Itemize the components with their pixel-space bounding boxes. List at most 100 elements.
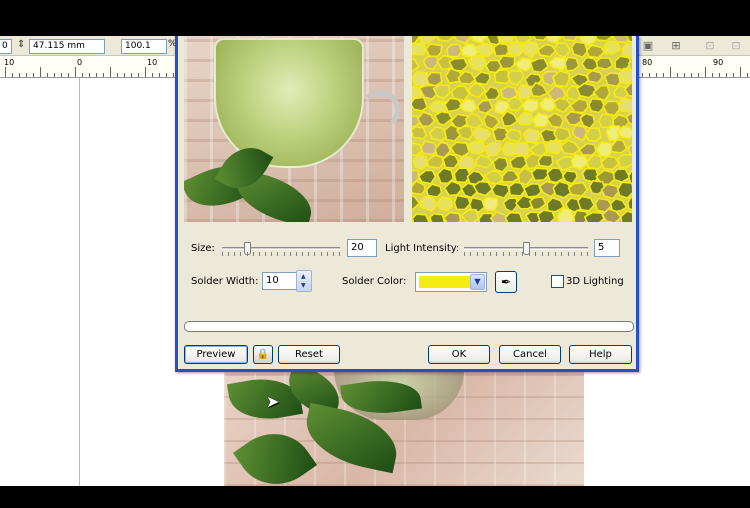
ruler-tick bbox=[642, 73, 643, 77]
mosaic-cell bbox=[578, 142, 597, 157]
original-preview[interactable] bbox=[184, 36, 404, 222]
height-field[interactable]: 47.115 mm bbox=[29, 39, 105, 54]
help-button[interactable]: Help bbox=[569, 345, 632, 364]
ruler-tick bbox=[12, 73, 13, 77]
mosaic-cell bbox=[536, 209, 556, 222]
ruler-tick bbox=[684, 73, 685, 77]
mosaic-cell bbox=[476, 99, 494, 115]
application-window: 0 ⇕ 47.115 mm 100.1 % ▣ ⊞ ⊡ ⊡ 10 0 10 80… bbox=[0, 36, 750, 486]
preview-lock-button[interactable]: 🔒 bbox=[253, 345, 273, 364]
slider-tick bbox=[308, 252, 309, 256]
solder-color-picker[interactable]: ▼ bbox=[415, 272, 487, 292]
toolbar-disabled-icon[interactable]: ⊡ bbox=[702, 38, 718, 54]
render-progress-bar bbox=[184, 321, 634, 332]
reset-button[interactable]: Reset bbox=[278, 345, 340, 364]
mosaic-cell bbox=[502, 197, 520, 213]
scale-field[interactable]: 100.1 bbox=[121, 39, 167, 54]
slider-tick bbox=[535, 252, 536, 256]
mosaic-cell bbox=[517, 167, 535, 186]
size-input[interactable]: 20 bbox=[347, 239, 377, 257]
mosaic-cell bbox=[545, 112, 565, 129]
mosaic-cell bbox=[603, 40, 621, 55]
mosaic-cell bbox=[417, 169, 437, 185]
mosaic-cell bbox=[595, 56, 614, 71]
canvas-photo[interactable] bbox=[224, 370, 584, 486]
mosaic-cell bbox=[618, 96, 632, 113]
solder-width-label: Solder Width: bbox=[191, 276, 259, 287]
mosaic-cell bbox=[509, 154, 529, 171]
ruler-tick bbox=[5, 67, 6, 77]
light-intensity-input[interactable]: 5 bbox=[594, 239, 620, 257]
mosaic-cell bbox=[537, 43, 557, 58]
mosaic-cell bbox=[504, 211, 524, 222]
mosaic-cell bbox=[497, 36, 515, 44]
slider-tick bbox=[464, 252, 465, 256]
3d-lighting-label: 3D Lighting bbox=[566, 276, 624, 287]
ruler-tick bbox=[726, 73, 727, 77]
mosaic-cell bbox=[537, 154, 554, 168]
mosaic-cell bbox=[586, 69, 604, 84]
filtered-preview[interactable] bbox=[412, 36, 632, 222]
leaf-shape bbox=[232, 417, 318, 486]
mosaic-cell bbox=[569, 98, 590, 114]
3d-lighting-checkbox[interactable] bbox=[551, 275, 564, 288]
page-border-line bbox=[79, 78, 80, 486]
eyedropper-icon[interactable]: ✒ bbox=[495, 271, 517, 293]
mouse-pointer-icon: ➤ bbox=[266, 392, 280, 411]
ruler-tick bbox=[33, 73, 34, 77]
mosaic-cell bbox=[442, 153, 460, 169]
mosaic-cell bbox=[587, 97, 606, 114]
ruler-tick bbox=[719, 73, 720, 77]
mosaic-cell bbox=[627, 168, 632, 185]
mosaic-cell bbox=[529, 57, 550, 74]
mosaic-cell bbox=[560, 139, 581, 155]
slider-tick bbox=[529, 252, 530, 256]
mosaic-cell bbox=[412, 36, 421, 44]
preview-button[interactable]: Preview bbox=[184, 345, 248, 364]
ruler-tick bbox=[82, 73, 83, 77]
mosaic-cell bbox=[619, 210, 632, 222]
size-slider[interactable] bbox=[222, 242, 340, 256]
ruler-tick bbox=[159, 73, 160, 77]
mosaic-cell bbox=[412, 96, 429, 112]
ruler-tick bbox=[103, 73, 104, 77]
ok-button[interactable]: OK bbox=[428, 345, 490, 364]
light-intensity-slider[interactable] bbox=[464, 242, 588, 256]
mosaic-cell bbox=[433, 110, 454, 126]
mosaic-cell bbox=[617, 67, 632, 85]
slider-tick bbox=[314, 252, 315, 256]
mosaic-cell bbox=[507, 41, 525, 57]
mosaic-cell bbox=[506, 69, 525, 87]
mosaic-cell bbox=[545, 36, 562, 44]
mosaic-cell bbox=[576, 82, 598, 99]
cancel-button[interactable]: Cancel bbox=[499, 345, 561, 364]
mosaic-cell bbox=[467, 54, 488, 72]
stained-glass-mosaic bbox=[412, 36, 632, 222]
toolbar-tool-icon[interactable]: ▣ bbox=[640, 38, 656, 54]
mosaic-cell bbox=[412, 180, 427, 196]
solder-width-input[interactable]: 10 bbox=[262, 272, 298, 290]
chevron-down-icon[interactable]: ▼ bbox=[470, 274, 485, 290]
ruler-tick bbox=[656, 73, 657, 77]
toolbar-disabled-icon-2[interactable]: ⊡ bbox=[728, 38, 744, 54]
mosaic-cell bbox=[516, 111, 535, 126]
ruler-tick bbox=[138, 73, 139, 77]
mosaic-cell bbox=[428, 212, 446, 222]
stained-glass-dialog: Size: 20 Light Intensity: 5 Solder Width… bbox=[175, 36, 639, 372]
mosaic-cell bbox=[425, 154, 444, 169]
solder-width-spin-button[interactable]: ▲ ▼ bbox=[296, 270, 312, 292]
solder-color-swatch bbox=[419, 276, 471, 288]
x-position-field[interactable]: 0 bbox=[0, 39, 12, 54]
slider-tick bbox=[587, 252, 588, 256]
slider-tick bbox=[516, 252, 517, 256]
slider-tick bbox=[327, 252, 328, 256]
mosaic-cell bbox=[529, 81, 549, 98]
size-slider-track bbox=[222, 247, 340, 250]
ruler-tick bbox=[733, 73, 734, 77]
ruler-tick bbox=[712, 73, 713, 77]
toolbar-align-icon[interactable]: ⊞ bbox=[668, 38, 684, 54]
mosaic-cell bbox=[425, 183, 443, 198]
ok-button-label: OK bbox=[451, 349, 467, 360]
mosaic-cell bbox=[621, 42, 632, 59]
slider-tick bbox=[470, 252, 471, 256]
